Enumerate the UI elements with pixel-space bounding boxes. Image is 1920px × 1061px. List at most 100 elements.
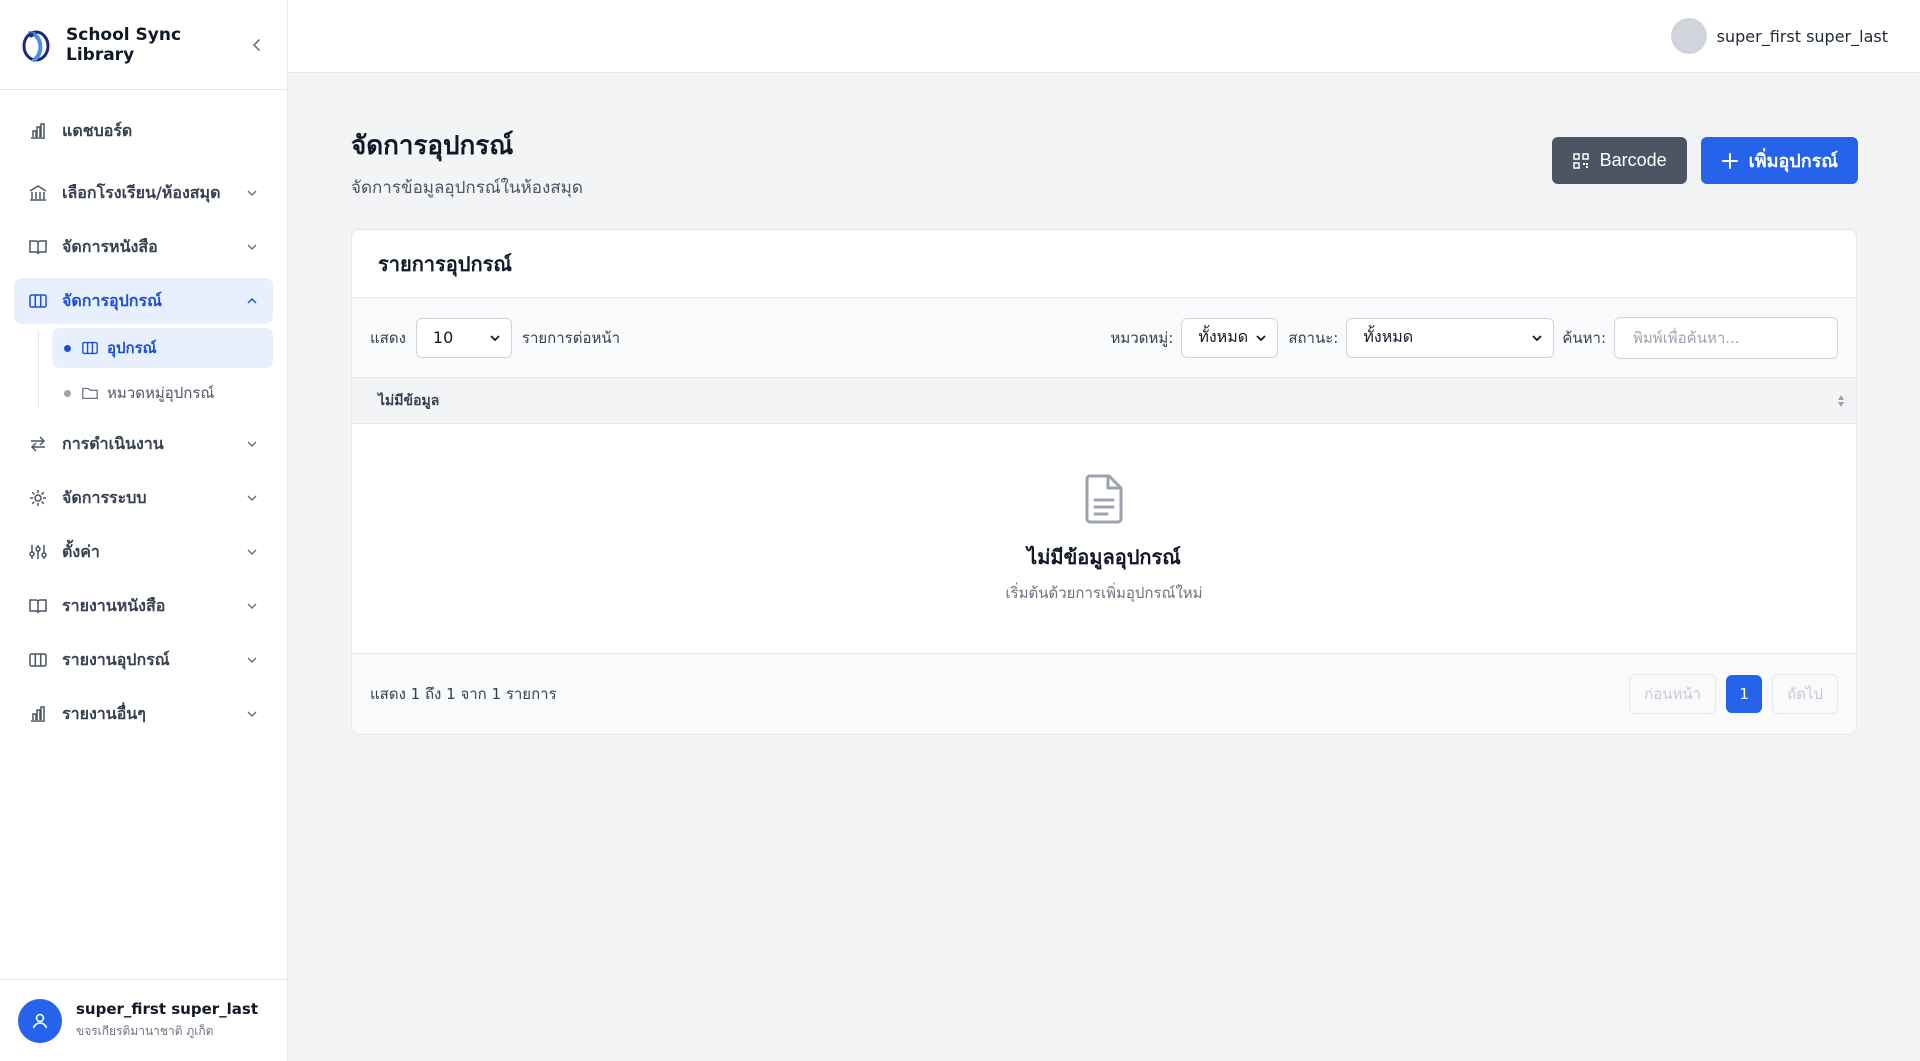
page-header: จัดการอุปกรณ์ จัดการข้อมูลอุปกรณ์ในห้องส… [351,73,1858,201]
page-number-button[interactable]: 1 [1726,675,1763,713]
chart-bar-icon [31,123,45,139]
sidebar-item-label: จัดการระบบ [62,487,147,507]
chevron-down-icon [247,657,257,664]
status-filter-label: สถานะ: [1288,328,1339,347]
document-icon [1085,474,1123,523]
sidebar-item-dashboard[interactable]: แดชบอร์ด [14,108,273,154]
pagination-summary: แสดง 1 ถึง 1 จาก 1 รายการ [370,685,557,703]
sidebar-item-operations[interactable]: การดำเนินงาน [14,421,273,467]
sidebar-item-label: การดำเนินงาน [62,433,164,453]
sidebar-item-label: รายงานอุปกรณ์ [62,649,170,669]
brand-header: School Sync Library [0,0,287,90]
avatar [18,998,62,1043]
search-input[interactable]: พิมพ์เพื่อค้นหา... [1614,316,1838,359]
page-actions: Barcode เพิ่มอุปกรณ์ [1551,137,1858,184]
user-info: super_first super_last ขจรเกียรติมานาชาต… [76,1000,258,1041]
arrows-swap-icon [30,436,46,452]
columns-icon [29,294,47,308]
category-filter-value: ทั้งหมด [1198,327,1249,346]
sidebar: School Sync Library แดชบอร์ด เลือกโรงเรี… [0,0,288,1061]
per-page-label: รายการต่อหน้า [521,328,621,347]
subnav-item-label: อุปกรณ์ [107,339,157,357]
book-open-icon [29,599,47,614]
library-icon [29,185,47,201]
sidebar-item-equipment-reports[interactable]: รายงานอุปกรณ์ [14,637,273,683]
equipment-table-card: รายการอุปกรณ์ แสดง 10 รายการต่อหน้า หมวด… [351,229,1857,735]
gear-icon [30,490,46,506]
sidebar-item-book-reports[interactable]: รายงานหนังสือ [14,583,273,629]
column-header: ไม่มีข้อมูล [378,392,440,409]
pagination: ก่อนหน้า 1 ถัดไป [1629,674,1838,714]
topbar-avatar[interactable] [1670,18,1707,54]
add-equipment-button-label: เพิ่มอุปกรณ์ [1748,151,1838,171]
chevron-down-icon [247,441,257,448]
category-filter-label: หมวดหมู่: [1110,328,1174,347]
chevron-down-icon [247,549,257,556]
sidebar-item-system[interactable]: จัดการระบบ [14,475,273,521]
chevron-down-icon [247,711,257,718]
empty-state-subtitle: เริ่มต้นด้วยการเพิ่มอุปกรณ์ใหม่ [1005,583,1203,602]
prev-page-button[interactable]: ก่อนหน้า [1629,674,1717,714]
category-filter-select[interactable]: ทั้งหมด [1181,317,1279,358]
pagination-row: แสดง 1 ถึง 1 จาก 1 รายการ ก่อนหน้า 1 ถัด… [352,654,1856,734]
topbar: super_first super_last [288,0,1920,73]
main-content: จัดการอุปกรณ์ จัดการข้อมูลอุปกรณ์ในห้องส… [351,73,1858,735]
bullet-dot [64,344,71,352]
barcode-button-label: Barcode [1599,150,1667,170]
chevron-down-icon [247,603,257,610]
chevron-down-icon [1532,334,1542,341]
empty-state: ไม่มีข้อมูลอุปกรณ์ เริ่มต้นด้วยการเพิ่มอ… [352,424,1856,654]
sort-icon [1838,394,1844,407]
status-filter-select[interactable]: ทั้งหมด [1346,317,1555,358]
sidebar-item-label: แดชบอร์ด [62,120,133,140]
plus-icon [1721,152,1738,169]
subnav-item-equipment[interactable]: อุปกรณ์ [52,328,273,368]
sidebar-item-label: ตั้งค่า [62,541,100,561]
table-controls: แสดง 10 รายการต่อหน้า หมวดหมู่: ทั้งหมด … [352,298,1856,378]
qr-code-icon [1572,152,1589,169]
chevron-down-icon [1256,334,1266,341]
chevron-down-icon [247,244,257,251]
subnav-item-equipment-category[interactable]: หมวดหมู่อุปกรณ์ [52,373,273,413]
columns-icon [82,341,98,355]
chevron-down-icon [247,495,257,502]
show-label: แสดง [370,328,406,347]
sidebar-item-equipment[interactable]: จัดการอุปกรณ์ [14,278,273,324]
barcode-button[interactable]: Barcode [1551,137,1687,184]
app-logo-icon [22,30,50,62]
book-open-icon [29,240,47,255]
collapse-sidebar-button[interactable] [247,35,267,55]
empty-state-title: ไม่มีข้อมูลอุปกรณ์ [1027,544,1181,569]
user-name: super_first super_last [76,1000,259,1018]
chart-bar-icon [31,706,45,722]
status-filter-value: ทั้งหมด [1363,327,1414,346]
page-subtitle: จัดการข้อมูลอุปกรณ์ในห้องสมุด [351,178,583,198]
sidebar-item-books[interactable]: จัดการหนังสือ [14,224,273,270]
sidebar-item-label: เลือกโรงเรียน/ห้องสมุด [62,182,221,202]
page-heading: จัดการอุปกรณ์ จัดการข้อมูลอุปกรณ์ในห้องส… [351,125,583,201]
chevron-down-icon [247,190,257,197]
user-icon [32,1013,48,1028]
sliders-icon [29,545,47,559]
sidebar-item-other-reports[interactable]: รายงานอื่นๆ [14,691,273,737]
sidebar-item-label: รายงานหนังสือ [62,595,166,615]
sidebar-item-label: จัดการหนังสือ [62,236,158,256]
sidebar-item-settings[interactable]: ตั้งค่า [14,529,273,575]
sidebar-user-card[interactable]: super_first super_last ขจรเกียรติมานาชาต… [0,979,287,1061]
table-header-row[interactable]: ไม่มีข้อมูล [352,378,1856,424]
bullet-dot [64,389,71,397]
folder-icon [82,387,98,400]
next-page-button[interactable]: ถัดไป [1772,674,1838,714]
sidebar-item-select-school[interactable]: เลือกโรงเรียน/ห้องสมุด [14,170,273,216]
topbar-user-name[interactable]: super_first super_last [1717,27,1888,46]
page-title: จัดการอุปกรณ์ [351,131,514,161]
sidebar-item-label: รายงานอื่นๆ [62,703,146,723]
sidebar-nav: แดชบอร์ด เลือกโรงเรียน/ห้องสมุด จัดการหน… [0,90,287,737]
page-size-select[interactable]: 10 [415,317,512,358]
subnav-item-label: หมวดหมู่อุปกรณ์ [107,384,215,402]
search-label: ค้นหา: [1562,328,1606,347]
page-size-value: 10 [432,328,454,347]
columns-icon [29,653,47,667]
card-title: รายการอุปกรณ์ [378,251,512,276]
add-equipment-button[interactable]: เพิ่มอุปกรณ์ [1700,137,1858,184]
